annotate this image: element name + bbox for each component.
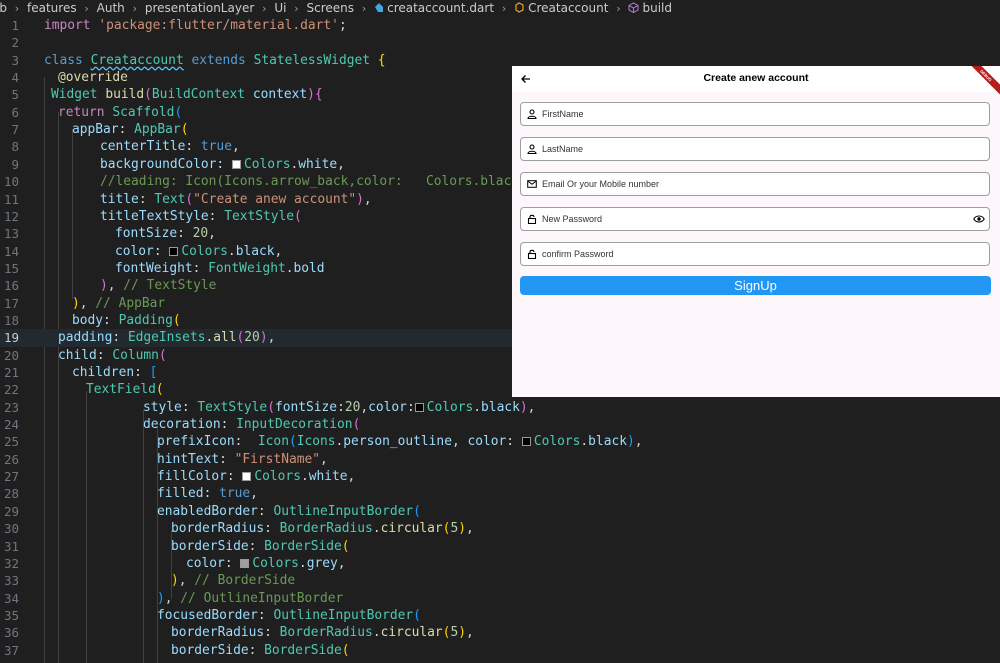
chevron-right-icon: › — [84, 2, 89, 15]
code-line: 30 borderRadius: BorderRadius.circular(5)… — [3, 521, 474, 537]
first-name-hint: FirstName — [542, 109, 584, 119]
last-name-field[interactable]: LastName — [520, 137, 990, 161]
color-swatch-black — [414, 402, 424, 412]
email-hint: Email Or your Mobile number — [542, 179, 660, 189]
chevron-right-icon: › — [294, 2, 299, 15]
email-field[interactable]: Email Or your Mobile number — [520, 172, 990, 196]
color-swatch-grey — [240, 558, 250, 568]
code-line: 29 enabledBorder: OutlineInputBorder( — [3, 503, 421, 519]
code-line: 24 decoration: InputDecoration( — [3, 417, 361, 433]
signup-button[interactable]: SignUp — [520, 276, 991, 295]
breadcrumb-screens[interactable]: Screens — [307, 0, 355, 17]
mail-outline-icon — [527, 180, 537, 188]
breadcrumb-auth[interactable]: Auth — [97, 0, 125, 17]
breadcrumb-ui[interactable]: Ui — [274, 0, 286, 17]
chevron-right-icon: › — [132, 2, 138, 15]
code-line: 27 fillColor: Colors.white, — [3, 469, 356, 485]
code-line: 26 hintText: "FirstName", — [3, 451, 328, 467]
chevron-right-icon: › — [361, 2, 367, 15]
color-swatch-black — [169, 246, 179, 256]
new-password-hint: New Password — [542, 214, 603, 224]
app-bar: Create anew account DEBUG — [512, 66, 1000, 98]
person-outline-icon — [527, 109, 537, 119]
code-line: 1 import 'package:flutter/material.dart'; — [11, 18, 347, 33]
confirm-password-field[interactable]: confirm Password — [520, 242, 990, 266]
method-symbol-icon — [628, 2, 639, 13]
breadcrumb-lib[interactable]: ib — [0, 0, 7, 17]
breadcrumb-class[interactable]: Creataccount — [528, 0, 608, 17]
last-name-hint: LastName — [542, 144, 584, 154]
color-swatch-black — [521, 437, 531, 447]
code-line: 32 color: Colors.grey, — [3, 555, 346, 571]
code-line: 34), // OutlineInputBorder — [3, 590, 344, 606]
breadcrumb-features[interactable]: features — [27, 0, 77, 17]
new-password-field[interactable]: New Password — [520, 207, 990, 231]
lock-outline-icon — [527, 214, 537, 224]
chevron-right-icon: › — [14, 2, 20, 15]
chevron-right-icon: › — [262, 2, 267, 15]
code-line: 25 prefixIcon: Icon(Icons.person_outline,… — [3, 434, 643, 450]
breadcrumb-presentationlayer[interactable]: presentationLayer — [145, 0, 254, 17]
color-swatch-white — [242, 472, 252, 482]
code-line: 31 borderSide: BorderSide( — [3, 538, 350, 554]
visibility-icon[interactable] — [973, 214, 985, 224]
code-line: 2 — [11, 35, 19, 51]
dart-file-icon — [375, 3, 384, 12]
app-preview: Create anew account DEBUG FirstName Last… — [512, 66, 1000, 397]
lock-outline-icon — [527, 249, 537, 259]
first-name-field[interactable]: FirstName — [520, 102, 990, 126]
breadcrumb-file[interactable]: creataccount.dart — [387, 0, 494, 17]
code-line: 33), // BorderSide — [3, 573, 296, 589]
breadcrumb: ib › features › Auth › presentationLayer… — [0, 0, 1000, 17]
person-outline-icon — [527, 144, 537, 154]
class-symbol-icon — [515, 2, 524, 13]
confirm-password-hint: confirm Password — [542, 249, 614, 259]
chevron-right-icon: › — [501, 2, 507, 15]
code-line: 28 filled: true, — [3, 486, 258, 502]
breadcrumb-method[interactable]: build — [642, 0, 672, 17]
chevron-right-icon: › — [616, 2, 621, 15]
code-line: 23 style: TextStyle(fontSize:20,color: Col… — [3, 399, 536, 415]
code-line: 36 borderRadius: BorderRadius.circular(5)… — [3, 625, 474, 641]
code-line: 37 borderSide: BorderSide( — [3, 642, 350, 658]
code-line: 35 focusedBorder: OutlineInputBorder( — [3, 607, 421, 623]
color-swatch-white — [231, 159, 241, 169]
app-title: Create anew account — [703, 72, 809, 84]
